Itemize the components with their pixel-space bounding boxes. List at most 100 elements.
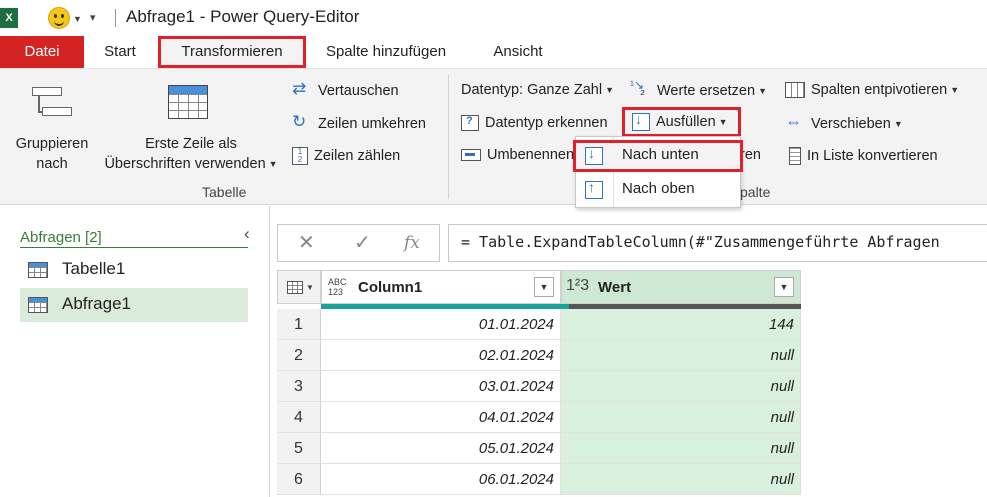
table-icon bbox=[287, 281, 303, 294]
row-number[interactable]: 1 bbox=[277, 309, 321, 340]
use-first-row-as-headers-button[interactable]: Erste Zeile als Überschriften verwenden ▼ bbox=[96, 134, 286, 174]
query-item-abfrage1[interactable]: Abfrage1 bbox=[20, 288, 248, 322]
query-label: Abfrage1 bbox=[62, 294, 131, 313]
fill-down-label: Nach unten bbox=[622, 146, 699, 163]
fill-up-icon bbox=[585, 179, 603, 199]
count-rows-label: Zeilen zählen bbox=[314, 147, 401, 164]
list-icon bbox=[789, 147, 801, 165]
menu-item-fill-down[interactable]: Nach unten bbox=[573, 140, 743, 172]
cell-wert[interactable]: null bbox=[561, 371, 801, 402]
table-row: 4 04.01.2024 null bbox=[277, 402, 801, 433]
table-row: 2 02.01.2024 null bbox=[277, 340, 801, 371]
transpose-button[interactable]: Vertauschen bbox=[292, 79, 399, 100]
ribbon: Gruppieren nach Erste Zeile als Überschr… bbox=[0, 68, 987, 205]
transpose-label: Vertauschen bbox=[318, 82, 399, 99]
fill-dropdown-menu: Nach unten Nach oben bbox=[573, 136, 743, 208]
chevron-down-icon: ▼ bbox=[268, 159, 278, 170]
menu-item-fill-up[interactable]: Nach oben bbox=[576, 174, 740, 206]
detect-data-type-label: Datentyp erkennen bbox=[485, 115, 608, 131]
fill-button[interactable]: Ausfüllen▼ bbox=[622, 107, 741, 137]
confirm-icon[interactable]: ✓ bbox=[354, 230, 371, 255]
cell-wert[interactable]: null bbox=[561, 402, 801, 433]
filter-dropdown-icon[interactable]: ▼ bbox=[774, 277, 794, 297]
query-label: Tabelle1 bbox=[62, 259, 126, 278]
move-icon bbox=[785, 112, 805, 133]
cell-wert[interactable]: 144 bbox=[561, 309, 801, 340]
move-button[interactable]: Verschieben▼ bbox=[785, 112, 903, 133]
filter-dropdown-icon[interactable]: ▼ bbox=[534, 277, 554, 297]
data-grid: ▼ ABC 123 Column1 ▼ 1²3 Wert ▼ 1 01.01.20… bbox=[277, 270, 801, 497]
cell-column1[interactable]: 03.01.2024 bbox=[321, 371, 561, 402]
quick-access-customize-icon[interactable]: ▾ bbox=[90, 11, 96, 24]
count-rows-icon: 12 bbox=[292, 147, 308, 165]
feedback-dropdown-icon[interactable]: ▼ bbox=[73, 14, 82, 24]
unpivot-columns-button[interactable]: Spalten entpivotieren ▼ bbox=[785, 82, 959, 99]
chevron-down-icon: ▼ bbox=[718, 117, 728, 127]
formula-text[interactable]: = Table.ExpandTableColumn(#"Zusammengefü… bbox=[461, 233, 940, 251]
pivot-column-partial[interactable]: ren bbox=[740, 147, 761, 163]
queries-header: Abfragen [2] bbox=[20, 229, 248, 248]
unpivot-icon bbox=[785, 82, 805, 99]
row-number[interactable]: 6 bbox=[277, 464, 321, 495]
query-item-tabelle1[interactable]: Tabelle1 bbox=[20, 253, 248, 287]
cell-column1[interactable]: 06.01.2024 bbox=[321, 464, 561, 495]
tab-home[interactable]: Start bbox=[92, 36, 148, 68]
cell-wert[interactable]: null bbox=[561, 464, 801, 495]
fx-icon[interactable]: fx bbox=[404, 233, 420, 253]
cancel-icon[interactable]: ✕ bbox=[298, 230, 315, 255]
row-number[interactable]: 4 bbox=[277, 402, 321, 433]
cell-column1[interactable]: 04.01.2024 bbox=[321, 402, 561, 433]
column-header-wert[interactable]: 1²3 Wert ▼ bbox=[561, 270, 801, 304]
fill-down-icon bbox=[585, 145, 603, 165]
ribbon-tabs: Datei Start Transformieren Spalte hinzuf… bbox=[0, 36, 987, 68]
convert-to-list-label: In Liste konvertieren bbox=[807, 147, 938, 164]
collapse-pane-icon[interactable]: ‹ bbox=[244, 224, 250, 244]
data-type-label: Datentyp: Ganze Zahl bbox=[461, 82, 603, 98]
rename-button[interactable]: Umbenennen bbox=[461, 147, 574, 163]
tab-file[interactable]: Datei bbox=[0, 36, 84, 68]
table-icon bbox=[28, 297, 48, 313]
smiley-feedback-icon[interactable] bbox=[48, 7, 70, 29]
group-by-button[interactable]: Gruppieren nach bbox=[8, 134, 96, 174]
cell-column1[interactable]: 05.01.2024 bbox=[321, 433, 561, 464]
row-number[interactable]: 5 bbox=[277, 433, 321, 464]
table-group-label: Tabelle bbox=[202, 184, 247, 200]
table-row: 1 01.01.2024 144 bbox=[277, 309, 801, 340]
formula-bar[interactable]: = Table.ExpandTableColumn(#"Zusammengefü… bbox=[448, 224, 987, 262]
count-rows-button[interactable]: 1 2 Zeilen zählen bbox=[292, 147, 400, 165]
row-number[interactable]: 2 bbox=[277, 340, 321, 371]
move-label: Verschieben bbox=[811, 115, 891, 132]
fill-label: Ausfüllen bbox=[656, 113, 716, 130]
row-number[interactable]: 3 bbox=[277, 371, 321, 402]
chevron-down-icon: ▼ bbox=[605, 85, 614, 96]
column-name: Column1 bbox=[358, 279, 423, 296]
table-row: 3 03.01.2024 null bbox=[277, 371, 801, 402]
chevron-down-icon: ▼ bbox=[893, 119, 903, 129]
replace-values-button[interactable]: Werte ersetzen▼ bbox=[630, 78, 767, 100]
chevron-down-icon: ▼ bbox=[306, 283, 314, 292]
title-bar: X ▼ ▾ Abfrage1 - Power Query-Editor bbox=[0, 0, 987, 36]
convert-to-list-button[interactable]: In Liste konvertieren bbox=[785, 147, 938, 165]
tab-view[interactable]: Ansicht bbox=[480, 36, 556, 68]
replace-values-label: Werte ersetzen bbox=[657, 82, 756, 99]
column-header-column1[interactable]: ABC 123 Column1 ▼ bbox=[321, 270, 561, 304]
reverse-rows-button[interactable]: Zeilen umkehren bbox=[292, 112, 426, 133]
data-type-dropdown[interactable]: Datentyp: Ganze Zahl ▼ bbox=[461, 82, 614, 98]
transpose-icon bbox=[292, 79, 312, 100]
group-separator bbox=[448, 75, 449, 199]
tab-add-column[interactable]: Spalte hinzufügen bbox=[310, 36, 462, 68]
replace-values-icon bbox=[630, 78, 651, 100]
cell-column1[interactable]: 01.01.2024 bbox=[321, 309, 561, 340]
queries-pane: Abfragen [2] ‹ Tabelle1 Abfrage1 bbox=[0, 206, 270, 497]
first-row-headers-icon bbox=[168, 85, 208, 119]
table-icon bbox=[28, 262, 48, 278]
tab-transform[interactable]: Transformieren bbox=[158, 36, 306, 68]
cell-wert[interactable]: null bbox=[561, 340, 801, 371]
table-menu-button[interactable]: ▼ bbox=[277, 270, 321, 304]
cell-column1[interactable]: 02.01.2024 bbox=[321, 340, 561, 371]
detect-data-type-button[interactable]: Datentyp erkennen bbox=[461, 115, 608, 132]
first-row-label-2-wrap: Überschriften verwenden ▼ bbox=[96, 154, 286, 174]
group-by-label-2: nach bbox=[36, 156, 68, 172]
cell-wert[interactable]: null bbox=[561, 433, 801, 464]
reverse-rows-label: Zeilen umkehren bbox=[318, 115, 426, 132]
